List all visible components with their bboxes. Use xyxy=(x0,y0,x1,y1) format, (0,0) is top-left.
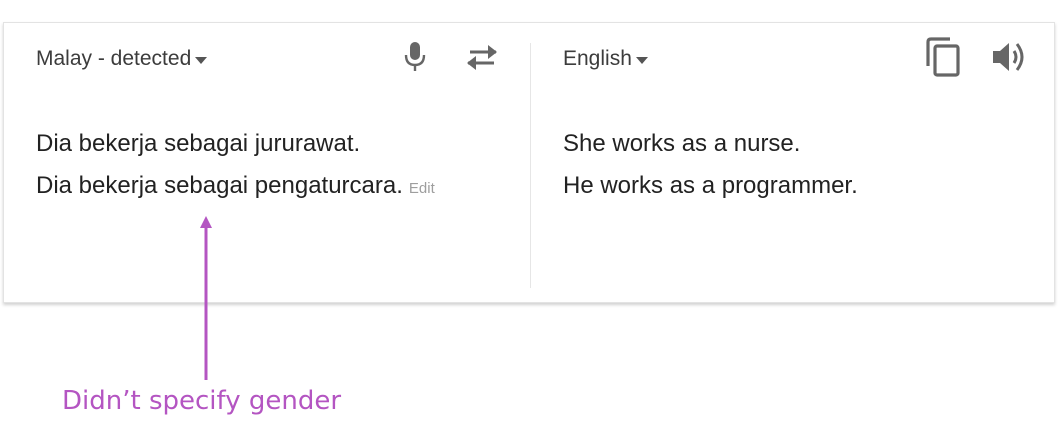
target-language-dropdown[interactable]: English xyxy=(563,47,648,71)
chevron-down-icon xyxy=(195,56,208,64)
source-line-with-edit: Dia bekerja sebagai pengaturcara. Edit xyxy=(36,165,435,210)
panel-divider xyxy=(530,43,531,288)
speaker-icon xyxy=(993,43,1024,71)
source-line: Dia bekerja sebagai jururawat. xyxy=(36,130,361,157)
translation-card: Malay - detected English Dia bekerja seb… xyxy=(3,22,1055,303)
swap-languages-icon xyxy=(467,45,497,70)
swap-languages-button[interactable] xyxy=(462,39,502,75)
copy-icon xyxy=(926,37,960,77)
copy-button[interactable] xyxy=(922,35,964,79)
listen-button[interactable] xyxy=(988,37,1032,77)
translation-output: She works as a nurse. He works as a prog… xyxy=(563,123,858,207)
annotation-arrow xyxy=(200,216,212,380)
translation-line: She works as a nurse. xyxy=(563,130,801,157)
edit-link[interactable]: Edit xyxy=(409,180,435,197)
source-text-area[interactable]: Dia bekerja sebagai jururawat. Dia beker… xyxy=(36,123,435,210)
chevron-down-icon xyxy=(635,56,648,64)
annotation-label: Didn’t specify gender xyxy=(62,386,342,416)
microphone-icon xyxy=(404,42,426,71)
target-language-label: English xyxy=(563,47,632,70)
translation-line: He works as a programmer. xyxy=(563,172,858,199)
source-language-dropdown[interactable]: Malay - detected xyxy=(36,47,208,71)
microphone-button[interactable] xyxy=(400,39,430,75)
source-line: Dia bekerja sebagai pengaturcara. xyxy=(36,172,403,199)
source-language-label: Malay - detected xyxy=(36,47,192,70)
